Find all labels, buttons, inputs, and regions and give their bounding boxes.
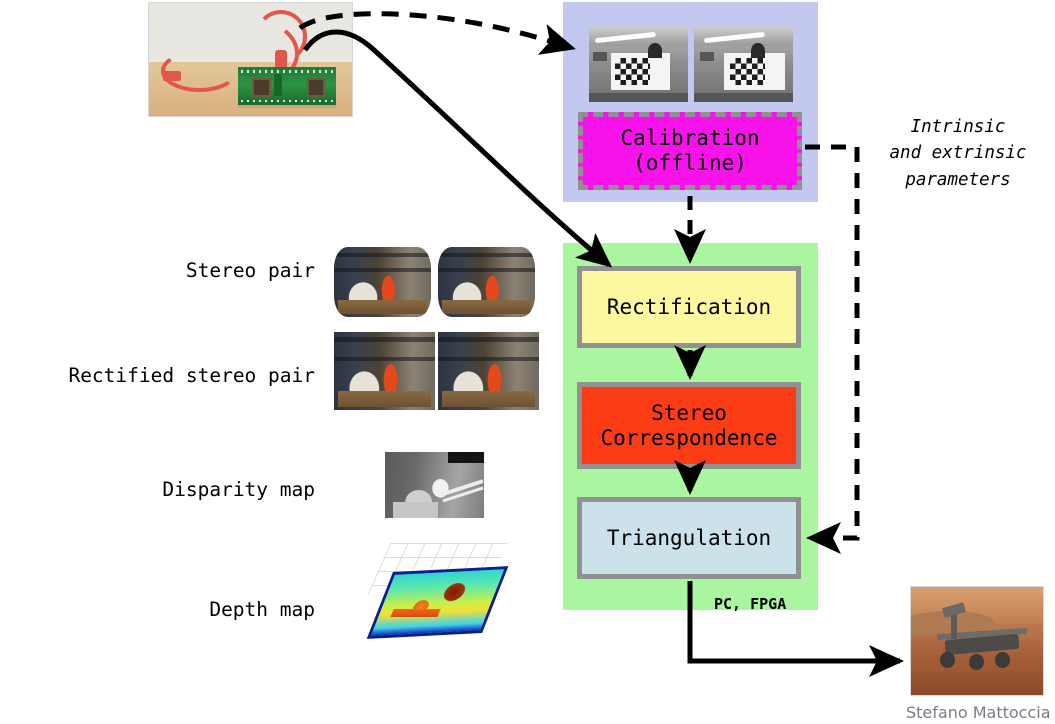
rectified-left-image	[334, 332, 435, 410]
rectified-right-image	[438, 332, 539, 410]
disparity-map-image	[385, 452, 484, 518]
rectification-box[interactable]: Rectification	[577, 266, 801, 348]
stereo-right-image	[438, 247, 535, 317]
calibration-box-label-line1: Calibration	[620, 126, 760, 151]
label-depth-map: Depth map	[209, 598, 315, 621]
stereo-camera-image	[148, 2, 353, 117]
label-rectified-stereo-pair: Rectified stereo pair	[68, 364, 315, 387]
triangulation-box[interactable]: Triangulation	[577, 497, 801, 579]
rectification-box-label: Rectification	[606, 294, 772, 319]
stereo-correspondence-label-line1: Stereo	[651, 400, 727, 425]
calibration-box-label-line2: (offline)	[633, 151, 747, 175]
parameters-annotation: Intrinsic and extrinsic parameters	[889, 117, 1027, 190]
author-credit: Stefano Mattoccia	[906, 703, 1051, 722]
calibration-left-image	[589, 26, 688, 102]
diagram-canvas: Calibration (offline) Stereo pair Rectif…	[0, 0, 1055, 724]
stereo-left-image	[334, 247, 431, 317]
label-disparity-map: Disparity map	[162, 478, 315, 501]
calibration-right-image	[694, 26, 793, 102]
label-stereo-pair: Stereo pair	[185, 259, 315, 282]
depth-map-image	[357, 538, 515, 656]
stereo-correspondence-box[interactable]: Stereo Correspondence	[577, 382, 801, 469]
stereo-correspondence-label-line2: Correspondence	[600, 425, 778, 450]
triangulation-box-label: Triangulation	[606, 525, 772, 550]
platform-label: PC, FPGA	[714, 595, 787, 613]
application-rover-image	[910, 586, 1044, 696]
calibration-box[interactable]: Calibration (offline)	[578, 112, 802, 190]
